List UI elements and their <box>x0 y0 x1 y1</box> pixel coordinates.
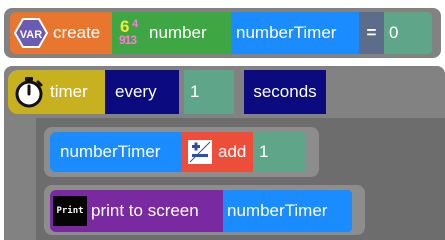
add-variable-name[interactable]: numberTimer <box>50 132 181 172</box>
initial-value-input[interactable]: 0 <box>384 12 432 54</box>
stopwatch-icon <box>15 77 43 108</box>
add-amount: 1 <box>259 142 269 161</box>
interval-value: 1 <box>190 82 200 101</box>
timer-label: timer <box>50 82 88 101</box>
print-block[interactable]: Print print to screen numberTimer <box>50 190 354 232</box>
number-type-segment[interactable]: 6 4 913 number <box>112 12 231 54</box>
variable-name-field[interactable]: numberTimer <box>231 12 359 54</box>
print-icon: Print <box>53 196 87 226</box>
initial-value: 0 <box>389 23 399 42</box>
timer-block[interactable]: timer every 1 seconds <box>8 70 338 114</box>
add-amount-input[interactable]: 1 <box>253 132 306 172</box>
create-variable-block[interactable]: VAR create 6 4 913 number numberTimer = … <box>10 12 434 54</box>
interval-input[interactable]: 1 <box>184 70 234 114</box>
create-segment[interactable]: VAR create <box>10 12 112 54</box>
number-icon: 6 4 913 <box>119 17 139 47</box>
add-variable-label: numberTimer <box>60 142 161 161</box>
seconds-unit[interactable]: seconds <box>244 70 326 114</box>
plus-minus-icon <box>188 140 212 164</box>
number-label: number <box>149 23 207 42</box>
equals-sign: = <box>366 23 377 42</box>
print-label: print to screen <box>91 201 199 220</box>
print-variable-label: numberTimer <box>227 201 328 220</box>
add-block[interactable]: numberTimer add 1 <box>50 132 308 172</box>
add-operation[interactable]: add <box>181 132 253 172</box>
var-icon: VAR <box>14 18 48 48</box>
create-label: create <box>53 23 101 42</box>
print-variable-name[interactable]: numberTimer <box>223 190 352 232</box>
equals-operator[interactable]: = <box>359 12 384 54</box>
variable-name: numberTimer <box>236 23 337 42</box>
timer-segment[interactable]: timer <box>8 70 105 114</box>
add-label: add <box>218 142 247 161</box>
every-segment[interactable]: every <box>105 70 179 114</box>
print-segment[interactable]: Print print to screen <box>50 190 223 232</box>
every-label: every <box>115 82 157 101</box>
var-icon-label: VAR <box>20 29 42 41</box>
seconds-label: seconds <box>253 82 317 101</box>
